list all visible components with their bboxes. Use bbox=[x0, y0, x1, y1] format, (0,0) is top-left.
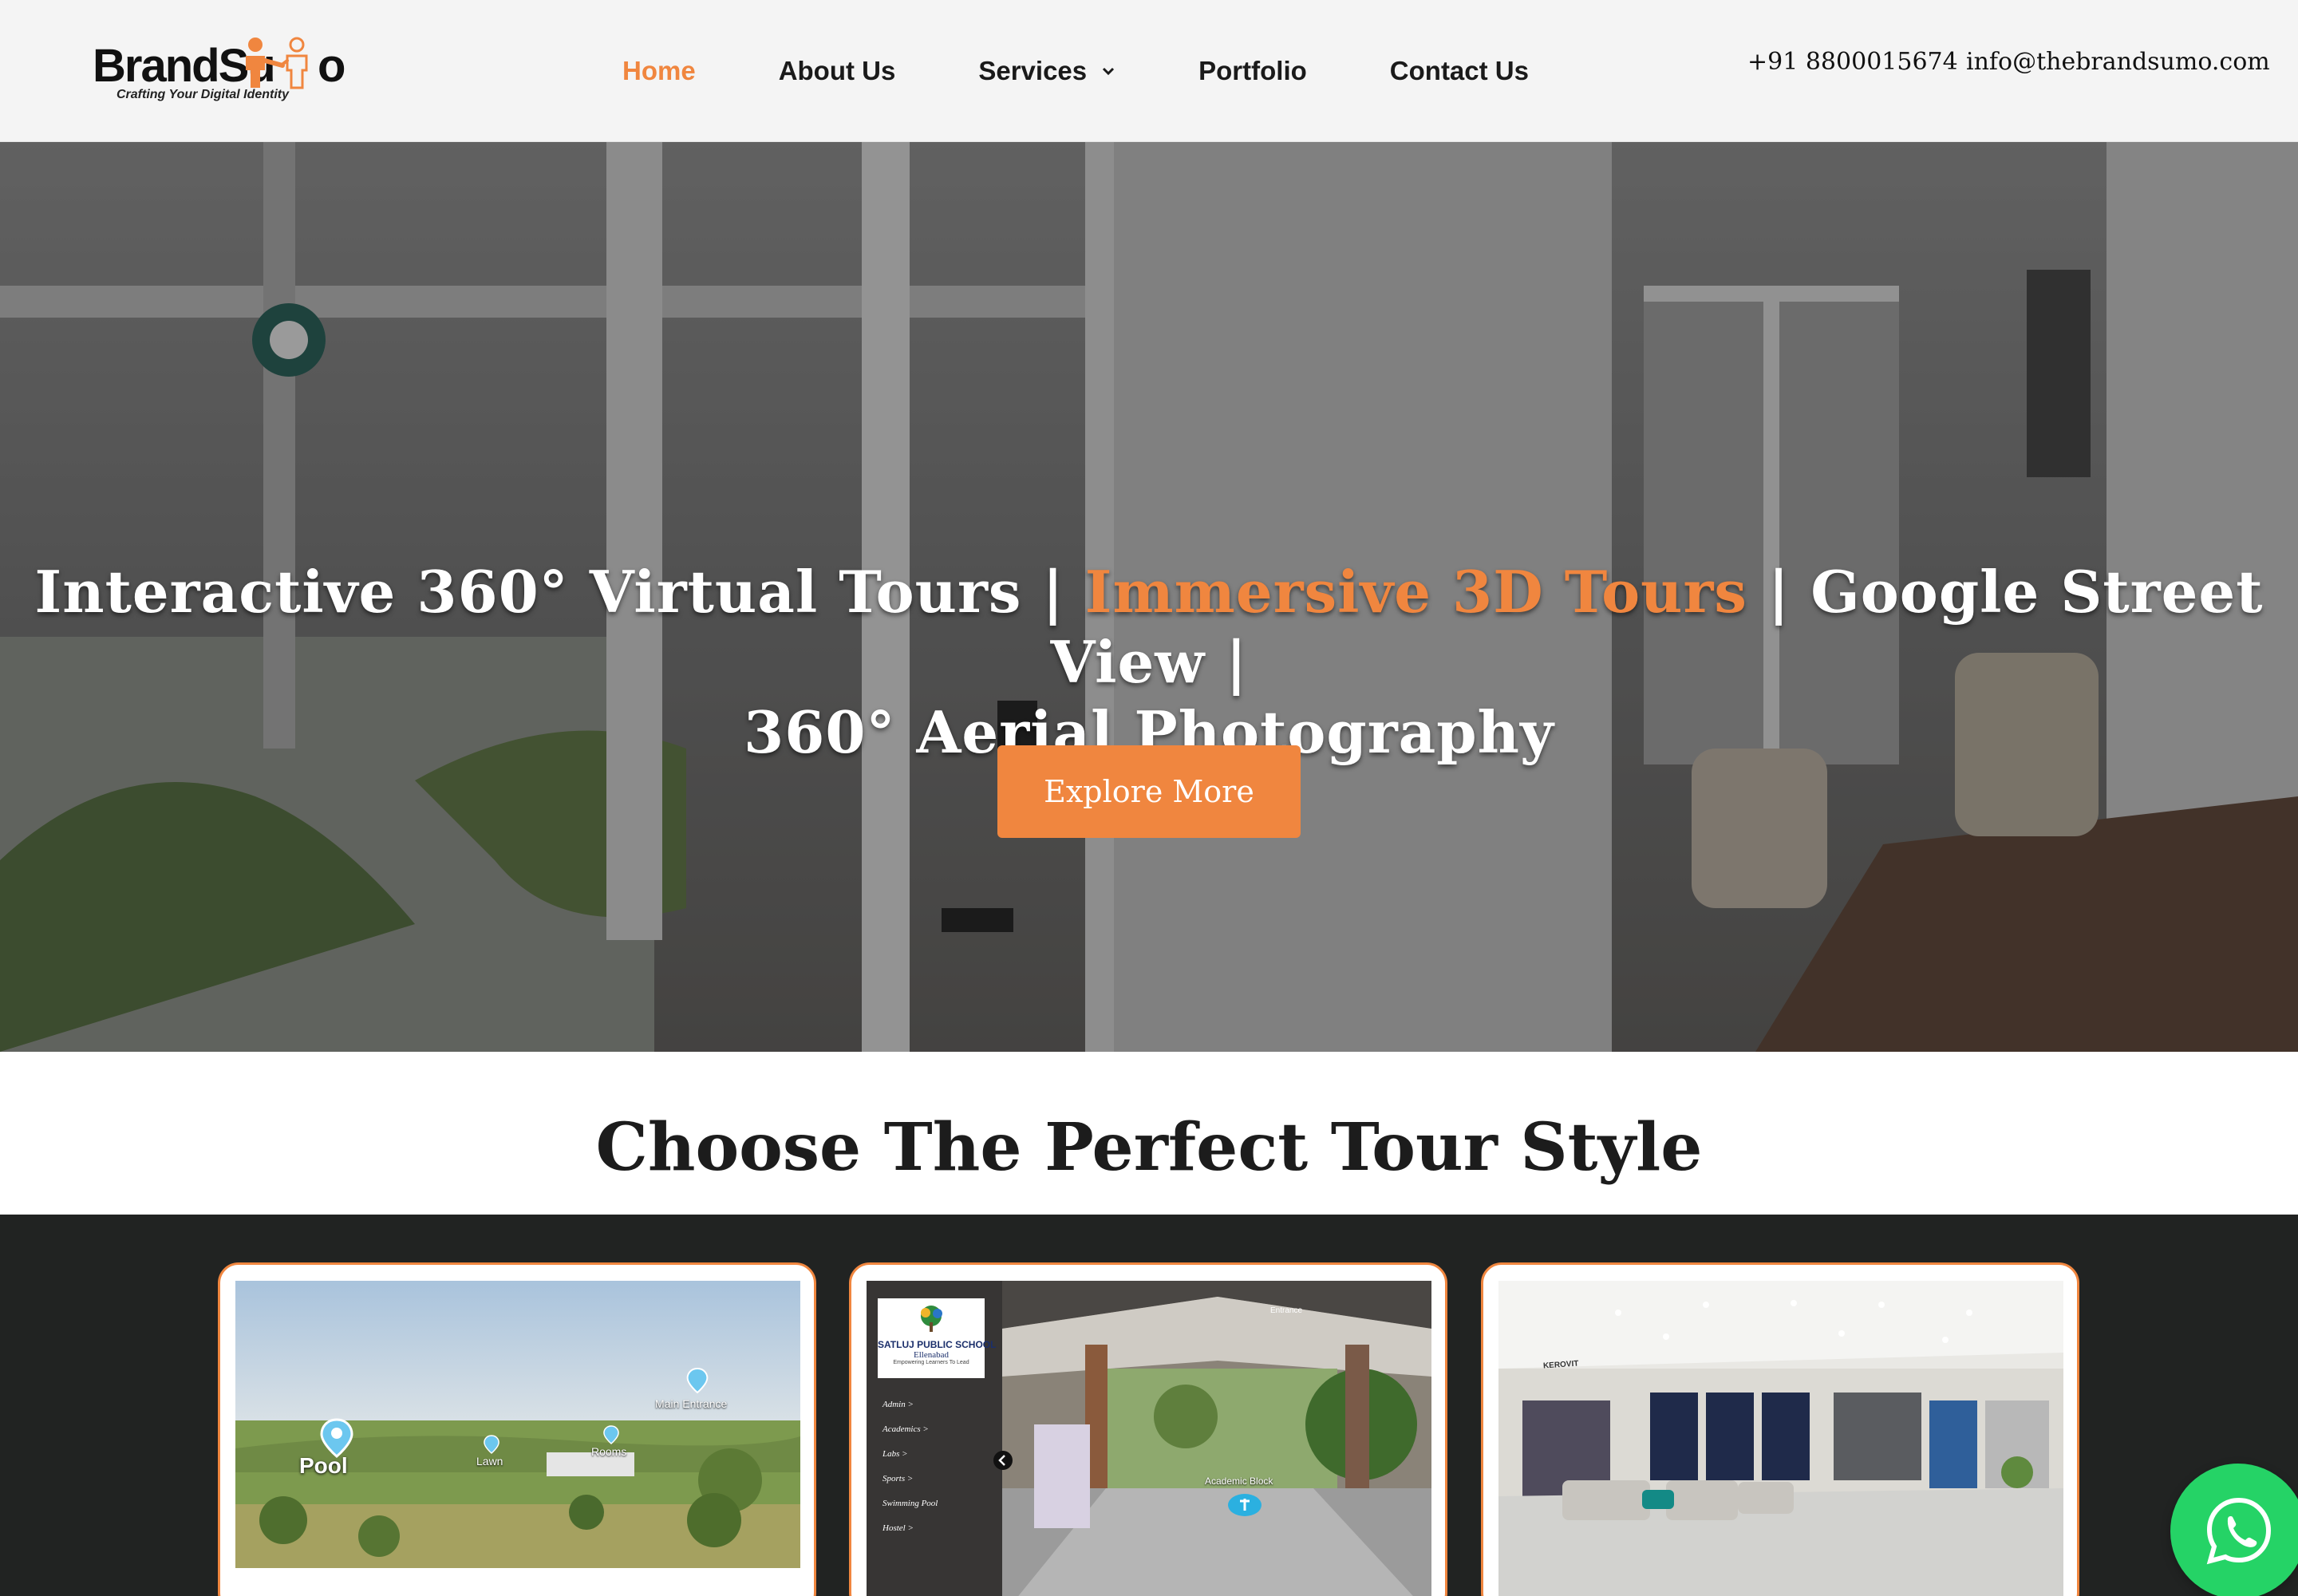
tour-menu-item[interactable]: Labs > bbox=[882, 1442, 938, 1467]
scene-label-academic-block[interactable]: Academic Block bbox=[1205, 1476, 1273, 1487]
tour-card-aerial[interactable]: Pool Lawn Rooms Main Entrance bbox=[218, 1262, 816, 1596]
hero-title-highlight: Immersive 3D Tours bbox=[1084, 558, 1747, 626]
tour-card-virtual-tour[interactable]: SATLUJ PUBLIC SCHOOL Ellenabad Empowerin… bbox=[849, 1262, 1447, 1596]
tour-menu: Admin > Academics > Labs > Sports > Swim… bbox=[882, 1393, 938, 1541]
hero-title-part1: Interactive 360° Virtual Tours | bbox=[34, 558, 1085, 626]
map-pin-icon bbox=[686, 1368, 709, 1394]
tour-menu-item[interactable]: Hostel > bbox=[882, 1516, 938, 1541]
map-pin-icon bbox=[603, 1425, 619, 1444]
tour-card-3d-tour[interactable]: KEROVIT bbox=[1481, 1262, 2079, 1596]
hotspot-lawn[interactable]: Lawn bbox=[476, 1455, 503, 1468]
aerial-tour-image: Pool Lawn Rooms Main Entrance bbox=[235, 1281, 800, 1568]
nav-item-contact-us[interactable]: Contact Us bbox=[1390, 56, 1529, 86]
scene-label-entrance[interactable]: Entrance bbox=[1270, 1306, 1302, 1315]
tour-menu-item[interactable]: Academics > bbox=[882, 1417, 938, 1442]
hotspot-main-entrance[interactable]: Main Entrance bbox=[655, 1397, 727, 1410]
navigation-hotspot-icon[interactable] bbox=[1227, 1493, 1262, 1517]
tour-menu-item[interactable]: Swimming Pool bbox=[882, 1491, 938, 1516]
hotspot-pool[interactable]: Pool bbox=[299, 1453, 348, 1479]
email-link[interactable]: info@thebrandsumo.com bbox=[1966, 48, 2270, 76]
map-pin-icon bbox=[320, 1418, 353, 1458]
brand-logo[interactable]: BrandSu o Crafting Your Digital Identity bbox=[93, 37, 356, 109]
school-motto: Empowering Learners To Lead bbox=[893, 1360, 969, 1365]
hero-title: Interactive 360° Virtual Tours | Immersi… bbox=[0, 557, 2298, 768]
tour-menu-item[interactable]: Admin > bbox=[882, 1393, 938, 1417]
logo-figures-icon bbox=[246, 37, 308, 89]
nav-item-services-label: Services bbox=[978, 56, 1088, 85]
hotspot-rooms[interactable]: Rooms bbox=[591, 1445, 626, 1458]
phone-link[interactable]: +91 8800015674 bbox=[1747, 48, 1958, 76]
explore-more-button[interactable]: Explore More bbox=[997, 745, 1301, 838]
nav-item-about-us[interactable]: About Us bbox=[779, 56, 896, 86]
tour-side-panel: SATLUJ PUBLIC SCHOOL Ellenabad Empowerin… bbox=[867, 1281, 1002, 1596]
section-title: Choose The Perfect Tour Style bbox=[595, 1109, 1703, 1186]
school-logo-box: SATLUJ PUBLIC SCHOOL Ellenabad Empowerin… bbox=[878, 1298, 997, 1378]
chevron-down-icon bbox=[1103, 67, 1115, 76]
logo-text-right: o bbox=[318, 40, 346, 92]
school-city: Ellenabad bbox=[914, 1350, 949, 1360]
tour-menu-item[interactable]: Sports > bbox=[882, 1467, 938, 1491]
map-pin-icon bbox=[484, 1435, 499, 1454]
collapse-panel-icon[interactable] bbox=[993, 1450, 1013, 1471]
tour-style-section-header: Choose The Perfect Tour Style bbox=[0, 1052, 2298, 1215]
whatsapp-button[interactable] bbox=[2170, 1464, 2298, 1596]
nav-item-home[interactable]: Home bbox=[622, 56, 696, 86]
school-name: SATLUJ PUBLIC SCHOOL bbox=[878, 1339, 997, 1350]
nav-item-services[interactable]: Services bbox=[978, 56, 1115, 86]
whatsapp-icon bbox=[2206, 1497, 2272, 1565]
main-nav: Home About Us Services Portfolio Contact… bbox=[622, 51, 1612, 91]
3d-tour-image: KEROVIT bbox=[1498, 1281, 2063, 1596]
tree-logo-icon bbox=[921, 1306, 942, 1332]
nav-item-portfolio[interactable]: Portfolio bbox=[1198, 56, 1307, 86]
site-header: BrandSu o Crafting Your Digital Identity… bbox=[0, 0, 2298, 142]
hero-banner: Interactive 360° Virtual Tours | Immersi… bbox=[0, 142, 2298, 1052]
logo-tagline: Crafting Your Digital Identity bbox=[116, 88, 290, 101]
virtual-tour-image: SATLUJ PUBLIC SCHOOL Ellenabad Empowerin… bbox=[867, 1281, 1431, 1596]
